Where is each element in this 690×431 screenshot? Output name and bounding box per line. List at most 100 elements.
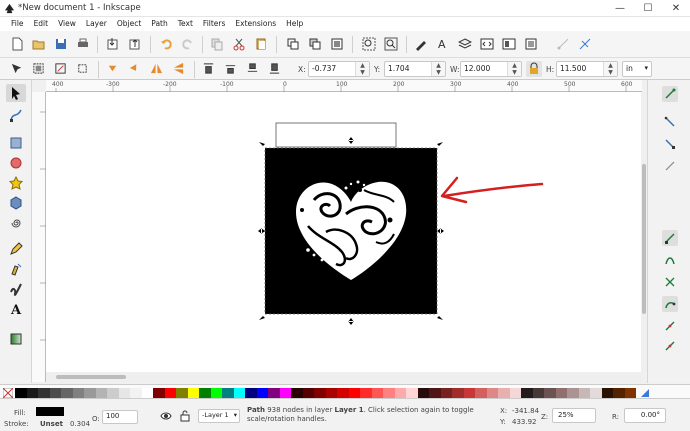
- snap-toggle-button[interactable]: [662, 86, 678, 102]
- color-swatch[interactable]: [371, 388, 384, 398]
- snap-smooth-nodes-button[interactable]: [662, 318, 678, 334]
- color-swatch[interactable]: [486, 388, 499, 398]
- opacity-input[interactable]: 100: [102, 410, 138, 424]
- color-swatch[interactable]: [601, 388, 614, 398]
- color-swatch[interactable]: [567, 388, 579, 398]
- select-all-layers-icon[interactable]: [32, 62, 45, 75]
- select-all-icon[interactable]: [10, 62, 23, 75]
- color-swatch[interactable]: [141, 388, 154, 398]
- ellipse-tool[interactable]: [6, 154, 26, 172]
- color-swatch[interactable]: [199, 388, 211, 398]
- color-swatch[interactable]: [233, 388, 246, 398]
- invert-selection-icon[interactable]: [54, 62, 67, 75]
- snap-cusp-nodes-button[interactable]: [662, 296, 678, 312]
- w-spin-arrows[interactable]: ▲ ▼: [507, 62, 521, 76]
- color-swatch[interactable]: [498, 388, 510, 398]
- color-swatch[interactable]: [118, 388, 131, 398]
- menu-text[interactable]: Text: [173, 17, 198, 31]
- snap-midpoints-button[interactable]: [662, 338, 678, 354]
- selector-tool[interactable]: [6, 84, 26, 102]
- color-swatch[interactable]: [463, 388, 476, 398]
- color-swatch[interactable]: [532, 388, 545, 398]
- color-swatch[interactable]: [268, 388, 280, 398]
- stroke-value[interactable]: Unset: [40, 420, 63, 428]
- undo-icon[interactable]: [160, 37, 174, 51]
- menu-path[interactable]: Path: [146, 17, 172, 31]
- menu-filters[interactable]: Filters: [198, 17, 230, 31]
- new-document-icon[interactable]: [10, 37, 24, 51]
- color-swatch[interactable]: [555, 388, 568, 398]
- rotate-ccw-icon[interactable]: [106, 62, 119, 75]
- color-swatch[interactable]: [302, 388, 315, 398]
- menu-layer[interactable]: Layer: [81, 17, 112, 31]
- layers-icon[interactable]: [458, 37, 472, 51]
- print-icon[interactable]: [76, 37, 90, 51]
- color-swatch[interactable]: [613, 388, 625, 398]
- fill-stroke-icon[interactable]: [414, 37, 428, 51]
- snap-bbox-corners-button[interactable]: [662, 158, 678, 174]
- redo-icon[interactable]: [180, 37, 194, 51]
- calligraphy-tool[interactable]: [6, 280, 26, 298]
- color-swatch[interactable]: [256, 388, 269, 398]
- color-swatch[interactable]: [337, 388, 349, 398]
- color-swatch[interactable]: [164, 388, 177, 398]
- color-swatch[interactable]: [325, 388, 338, 398]
- color-swatch[interactable]: [130, 388, 142, 398]
- scrollbar-thumb[interactable]: [56, 375, 126, 379]
- menu-help[interactable]: Help: [281, 17, 308, 31]
- snap-bbox-button[interactable]: [662, 114, 678, 130]
- color-swatch[interactable]: [15, 388, 27, 398]
- y-input[interactable]: 1.704 ▲ ▼: [384, 61, 446, 77]
- zoom-input[interactable]: 25%: [552, 408, 596, 423]
- raise-icon[interactable]: [224, 62, 237, 75]
- close-button[interactable]: ✕: [662, 0, 690, 17]
- fill-indicator[interactable]: [36, 407, 64, 416]
- gradient-tool[interactable]: [6, 330, 26, 348]
- color-swatch[interactable]: [291, 388, 303, 398]
- duplicate-icon[interactable]: [286, 37, 300, 51]
- menu-edit[interactable]: Edit: [29, 17, 54, 31]
- color-swatch[interactable]: [187, 388, 200, 398]
- color-swatch[interactable]: [222, 388, 234, 398]
- color-swatch[interactable]: [521, 388, 533, 398]
- color-swatch[interactable]: [383, 388, 395, 398]
- color-swatch[interactable]: [360, 388, 372, 398]
- cut-icon[interactable]: [232, 37, 246, 51]
- unlink-clone-icon[interactable]: [330, 37, 344, 51]
- layer-select[interactable]: -Layer 1 ▾: [198, 409, 240, 423]
- color-swatch[interactable]: [624, 388, 637, 398]
- color-swatch[interactable]: [107, 388, 119, 398]
- color-swatch[interactable]: [38, 388, 50, 398]
- stroke-width[interactable]: 0.304: [70, 420, 90, 428]
- color-swatch[interactable]: [279, 388, 292, 398]
- color-swatch[interactable]: [440, 388, 453, 398]
- palette-menu-icon[interactable]: [640, 388, 650, 398]
- y-spin-arrows[interactable]: ▲ ▼: [431, 62, 445, 76]
- node-tool[interactable]: [6, 106, 26, 124]
- lower-icon[interactable]: [246, 62, 259, 75]
- star-tool[interactable]: [6, 174, 26, 192]
- align-distribute-icon[interactable]: [502, 37, 516, 51]
- color-swatch[interactable]: [452, 388, 464, 398]
- color-swatch[interactable]: [429, 388, 441, 398]
- color-swatch[interactable]: [61, 388, 73, 398]
- minimize-button[interactable]: —: [606, 0, 634, 17]
- rotation-input[interactable]: 0.00°: [624, 408, 666, 423]
- snap-nodes-button[interactable]: [662, 230, 678, 246]
- xml-editor-icon[interactable]: [480, 37, 494, 51]
- color-swatch[interactable]: [394, 388, 407, 398]
- drawing-canvas[interactable]: [46, 92, 642, 372]
- color-swatch[interactable]: [578, 388, 591, 398]
- color-swatch[interactable]: [590, 388, 602, 398]
- preferences-icon[interactable]: [524, 37, 538, 51]
- color-swatch[interactable]: [95, 388, 108, 398]
- deselect-icon[interactable]: [76, 62, 89, 75]
- h-spin-arrows[interactable]: ▲ ▼: [603, 62, 617, 76]
- clone-icon[interactable]: [308, 37, 322, 51]
- color-swatch[interactable]: [406, 388, 418, 398]
- horizontal-scrollbar[interactable]: [46, 372, 642, 382]
- snap-intersections-button[interactable]: [662, 274, 678, 290]
- lock-open-icon[interactable]: [180, 410, 190, 422]
- zoom-drawing-icon[interactable]: [384, 37, 398, 51]
- text-tool[interactable]: A: [6, 300, 26, 318]
